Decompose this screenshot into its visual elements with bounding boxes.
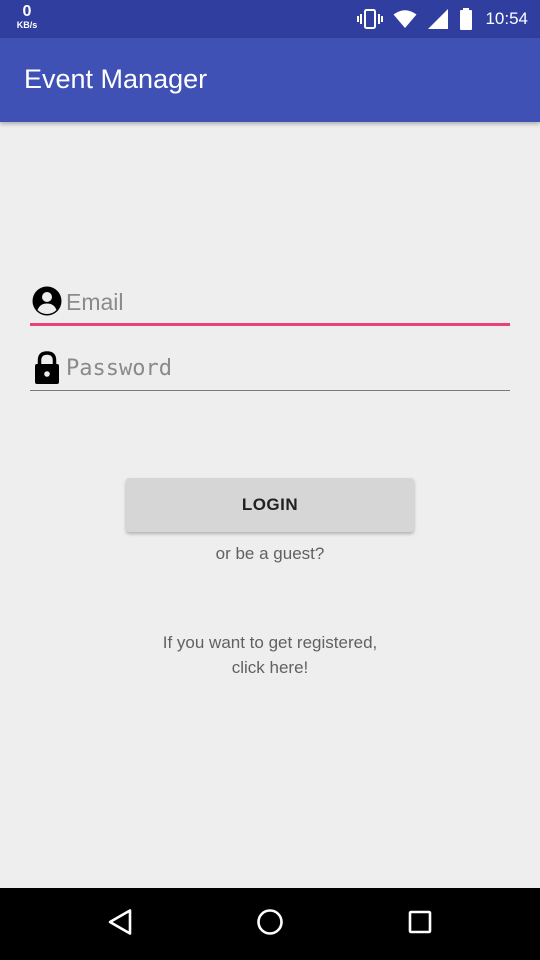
lock-icon xyxy=(32,351,62,390)
navigation-bar xyxy=(0,888,540,960)
login-button[interactable]: LOGIN xyxy=(126,478,414,532)
back-button[interactable] xyxy=(80,888,160,960)
app-title: Event Manager xyxy=(24,64,208,94)
account-circle-icon xyxy=(32,286,62,321)
wifi-icon xyxy=(393,9,417,29)
recents-icon xyxy=(406,908,434,941)
back-icon xyxy=(106,908,134,941)
email-field[interactable] xyxy=(30,282,510,326)
home-icon xyxy=(256,908,284,941)
register-link[interactable]: If you want to get registered, click her… xyxy=(0,630,540,680)
email-underline xyxy=(30,323,510,326)
password-field[interactable] xyxy=(30,348,510,391)
status-icons: 10:54 xyxy=(357,0,528,38)
status-bar: 0 KB/s 10:54 xyxy=(0,0,540,38)
register-link-line-1: If you want to get registered, xyxy=(162,633,378,652)
app-bar: Event Manager xyxy=(0,38,540,122)
network-speed-unit: KB/s xyxy=(16,20,38,30)
register-link-line-2: click here! xyxy=(231,658,309,677)
password-input[interactable] xyxy=(66,348,506,388)
signal-icon xyxy=(427,8,449,30)
network-speed-indicator: 0 KB/s xyxy=(12,4,42,30)
email-input[interactable] xyxy=(66,282,506,322)
password-underline xyxy=(30,390,510,391)
home-button[interactable] xyxy=(230,888,310,960)
guest-link[interactable]: or be a guest? xyxy=(0,544,540,564)
status-time: 10:54 xyxy=(485,9,528,28)
network-speed-value: 0 xyxy=(22,3,32,20)
battery-icon xyxy=(459,8,473,30)
recents-button[interactable] xyxy=(380,888,460,960)
vibrate-icon xyxy=(357,8,384,30)
